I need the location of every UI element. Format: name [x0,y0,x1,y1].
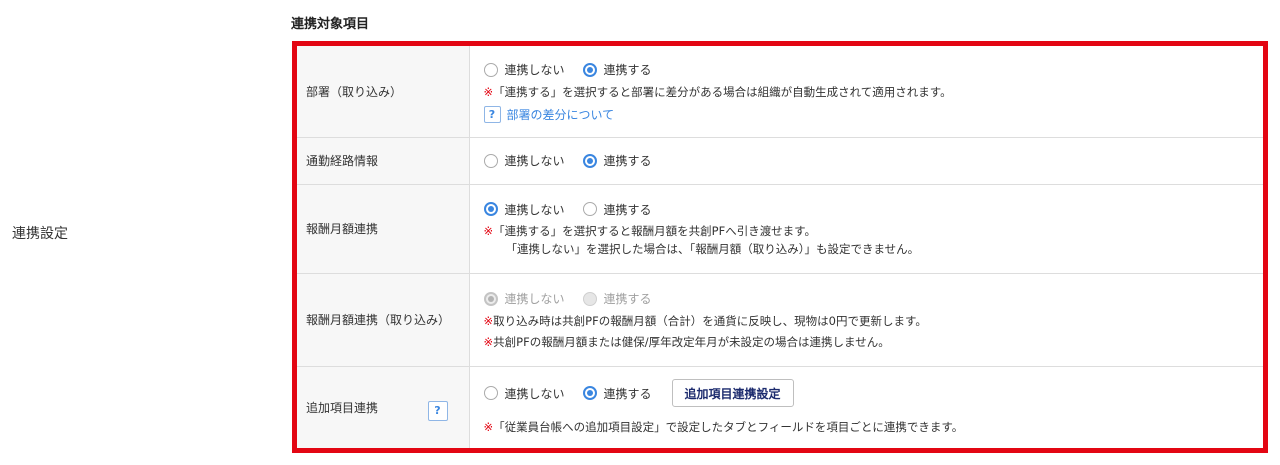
radio-sync[interactable]: 連携する [582,201,652,218]
radio-no-sync[interactable]: 連携しない [483,201,565,218]
row-content: 連携しない 連携する 追加項目連携設定 ※「従業員台帳への追加項目設定」で設定し… [469,366,1263,448]
radio-circle[interactable] [582,153,597,168]
radio-group-salary-import: 連携しない 連携する [483,289,1264,309]
question-icon: ? [483,105,501,123]
note-text: 取り込み時は共創PFの報酬月額（合計）を通貨に反映し、現物は0円で更新します。 [493,313,927,328]
radio-label: 連携しない [504,154,565,168]
radio-label: 連携しない [504,202,565,217]
table-row-salary: 報酬月額連携 連携しない 連携する ※「連携する」を選択すると報酬月額を共創PF… [297,184,1264,274]
highlight-frame: 部署（取り込み） 連携しない 連携する ※「連携する」を選択すると部署に差分があ… [292,41,1268,453]
note-secondary: 「連携しない」を選択した場合は、「報酬月額（取り込み）」も設定できません。 [505,242,920,256]
radio-label: 連携する [603,202,652,217]
radio-no-sync[interactable]: 連携しない [483,385,565,402]
radio-group-commute: 連携しない 連携する [483,151,1264,171]
radio-circle [483,291,498,306]
note-text: 「連携する」を選択すると報酬月額を共創PFへ引き渡せます。 [493,224,817,238]
radio-group-salary: 連携しない 連携する [483,199,1264,219]
note-mark: ※ [483,84,494,99]
radio-sync[interactable]: 連携する [582,61,652,78]
note-mark: ※ [483,420,494,435]
additional-items-settings-button[interactable]: 追加項目連携設定 [671,379,794,408]
radio-circle[interactable] [483,386,498,401]
radio-no-sync[interactable]: 連携しない [483,61,565,78]
radio-label: 連携する [603,386,652,401]
radio-label: 連携する [603,63,652,78]
radio-circle[interactable] [483,62,498,77]
section-title: 連携対象項目 [291,17,370,32]
radio-circle[interactable] [582,202,597,216]
note-mark: ※ [483,224,494,238]
radio-no-sync: 連携しない [483,290,565,307]
radio-sync[interactable]: 連携する [582,152,652,169]
radio-sync: 連携する [582,290,652,307]
row-label: 部署（取り込み） [297,46,470,138]
note: ※取り込み時は共創PFの報酬月額（合計）を通貨に反映し、現物は0円で更新します。 [484,312,1264,330]
note-mark: ※ [483,313,494,328]
note: ※「連携する」を選択すると部署に差分がある場合は組織が自動生成されて適用されます… [484,83,1264,101]
radio-circle[interactable] [483,153,498,168]
note-text: 「従業員台帳への追加項目設定」で設定したタブとフィールドを項目ごとに連携できます… [493,420,964,435]
note-text: 共創PFの報酬月額または健保/厚年改定年月が未設定の場合は連携しません。 [493,334,890,349]
help-link-text[interactable]: 部署の差分について [507,106,615,123]
row-content: 連携しない 連携する ※取り込み時は共創PFの報酬月額（合計）を通貨に反映し、現… [469,273,1264,367]
radio-label: 連携する [603,154,652,168]
row-content: 連携しない 連携する [469,137,1264,185]
page-label: 連携設定 [12,226,68,242]
row-label: 報酬月額連携 [297,184,470,274]
question-icon[interactable]: ? [427,400,448,421]
radio-no-sync[interactable]: 連携しない [483,152,565,169]
note-secondary: ※共創PFの報酬月額または健保/厚年改定年月が未設定の場合は連携しません。 [484,333,1264,351]
row-content: 連携しない 連携する ※「連携する」を選択すると報酬月額を共創PFへ引き渡せます… [469,184,1264,274]
row-label: 追加項目連携 [306,400,379,415]
row-label: 報酬月額連携（取り込み） [297,273,470,367]
radio-circle[interactable] [582,62,597,77]
radio-circle [582,291,597,306]
radio-group-department: 連携しない 連携する [483,60,1264,80]
radio-circle[interactable] [483,202,498,216]
table-row-department: 部署（取り込み） 連携しない 連携する ※「連携する」を選択すると部署に差分があ… [297,46,1264,138]
note: ※「連携する」を選択すると報酬月額を共創PFへ引き渡せます。 [484,222,1264,240]
row-label-cell: 追加項目連携 ? [297,366,470,448]
note-mark: ※ [483,334,494,349]
note-text: 「連携する」を選択すると部署に差分がある場合は組織が自動生成されて適用されます。 [493,84,952,99]
note: ※「従業員台帳への追加項目設定」で設定したタブとフィールドを項目ごとに連携できま… [484,418,1264,436]
radio-circle[interactable] [582,386,597,401]
row-content: 連携しない 連携する ※「連携する」を選択すると部署に差分がある場合は組織が自動… [469,46,1264,138]
radio-label: 連携する [603,292,652,306]
radio-sync[interactable]: 連携する [582,385,652,402]
radio-group-additional: 連携しない 連携する 追加項目連携設定 [483,378,1264,408]
department-diff-help-link[interactable]: ? 部署の差分について [483,105,1264,123]
table-row-additional-items: 追加項目連携 ? 連携しない 連携する 追加項目連携設定 ※「従業員台帳への追加… [297,366,1263,448]
settings-table: 部署（取り込み） 連携しない 連携する ※「連携する」を選択すると部署に差分があ… [297,46,1263,448]
table-row-commute: 通勤経路情報 連携しない 連携する [297,137,1264,185]
radio-label: 連携しない [504,292,565,306]
table-row-salary-import: 報酬月額連携（取り込み） 連携しない 連携する ※取り込み時は共創PFの報酬月額… [297,273,1264,367]
row-label: 通勤経路情報 [297,137,470,185]
radio-label: 連携しない [504,386,565,401]
radio-label: 連携しない [504,63,565,78]
